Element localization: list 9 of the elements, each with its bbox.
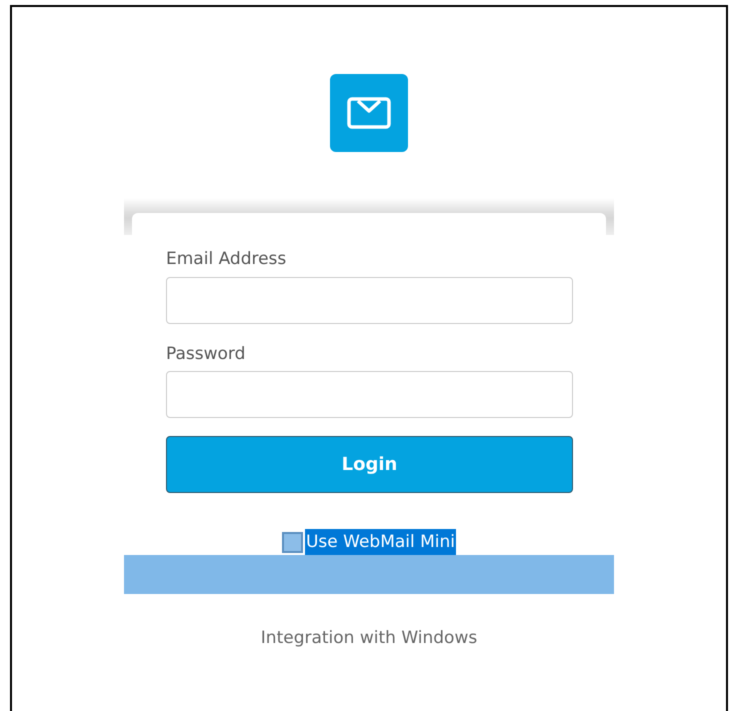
input-field[interactable]	[166, 371, 573, 418]
envelope-icon	[346, 96, 392, 130]
field-label: Password	[166, 342, 246, 366]
login-button[interactable]: Login	[166, 436, 573, 493]
checkbox[interactable]	[282, 532, 303, 552]
input-field[interactable]	[166, 276, 573, 324]
checkbox-label[interactable]: Use WebMail Mini	[304, 529, 456, 555]
field-label: Email Address	[166, 248, 288, 271]
integration-link[interactable]: Integration with Windows	[260, 628, 478, 648]
